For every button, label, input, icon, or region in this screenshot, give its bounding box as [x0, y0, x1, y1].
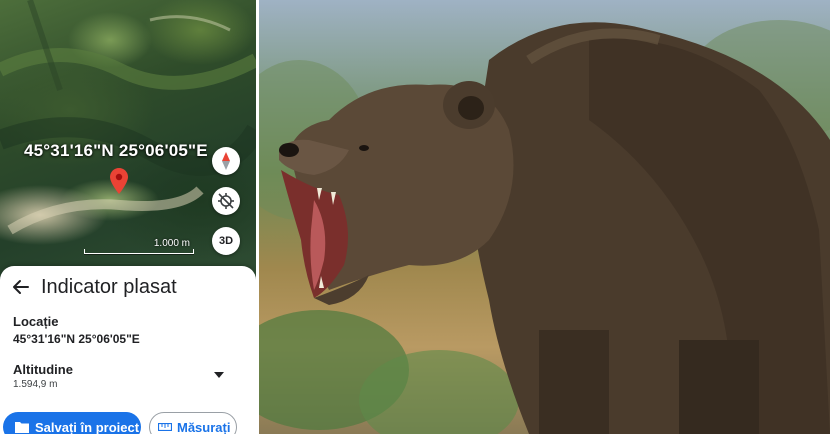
location-label: Locație: [13, 314, 59, 329]
bottom-sheet: Indicator plasat Locație 45°31'16"N 25°0…: [0, 266, 256, 434]
folder-icon: [15, 422, 29, 433]
ruler-icon: [158, 423, 172, 431]
scale-label: 1.000 m: [153, 238, 190, 249]
compass-icon: [222, 152, 230, 170]
altitude-label: Altitudine: [13, 362, 73, 377]
location-value: 45°31'16"N 25°06'05"E: [13, 332, 140, 346]
satellite-map[interactable]: 45°31'16"N 25°06'05"E 3D 1.000 m: [0, 0, 256, 285]
scale-bar: [84, 249, 194, 254]
altitude-value: 1.594,9 m: [13, 379, 58, 390]
dropdown-arrow-icon[interactable]: [214, 372, 224, 378]
view-3d-button[interactable]: 3D: [212, 227, 240, 255]
back-arrow-icon[interactable]: [12, 278, 30, 296]
map-scale: 1.000 m: [84, 238, 194, 256]
coordinates-overlay: 45°31'16"N 25°06'05"E: [24, 141, 208, 160]
map-pin-icon[interactable]: [110, 168, 128, 194]
measure-button-label: Măsurați: [177, 419, 231, 434]
map-app-panel: 45°31'16"N 25°06'05"E 3D 1.000 m Indicat…: [0, 0, 256, 434]
location-button[interactable]: [212, 187, 240, 215]
sheet-title: Indicator plasat: [41, 276, 177, 298]
location-off-icon: [218, 193, 234, 209]
bear-illustration: [259, 20, 830, 434]
save-button-label: Salvați în proiect: [35, 419, 140, 434]
compass-button[interactable]: [212, 147, 240, 175]
save-to-project-button[interactable]: Salvați în proiect: [3, 412, 141, 434]
bear-photo: [259, 0, 830, 434]
measure-button[interactable]: Măsurați: [149, 412, 237, 434]
